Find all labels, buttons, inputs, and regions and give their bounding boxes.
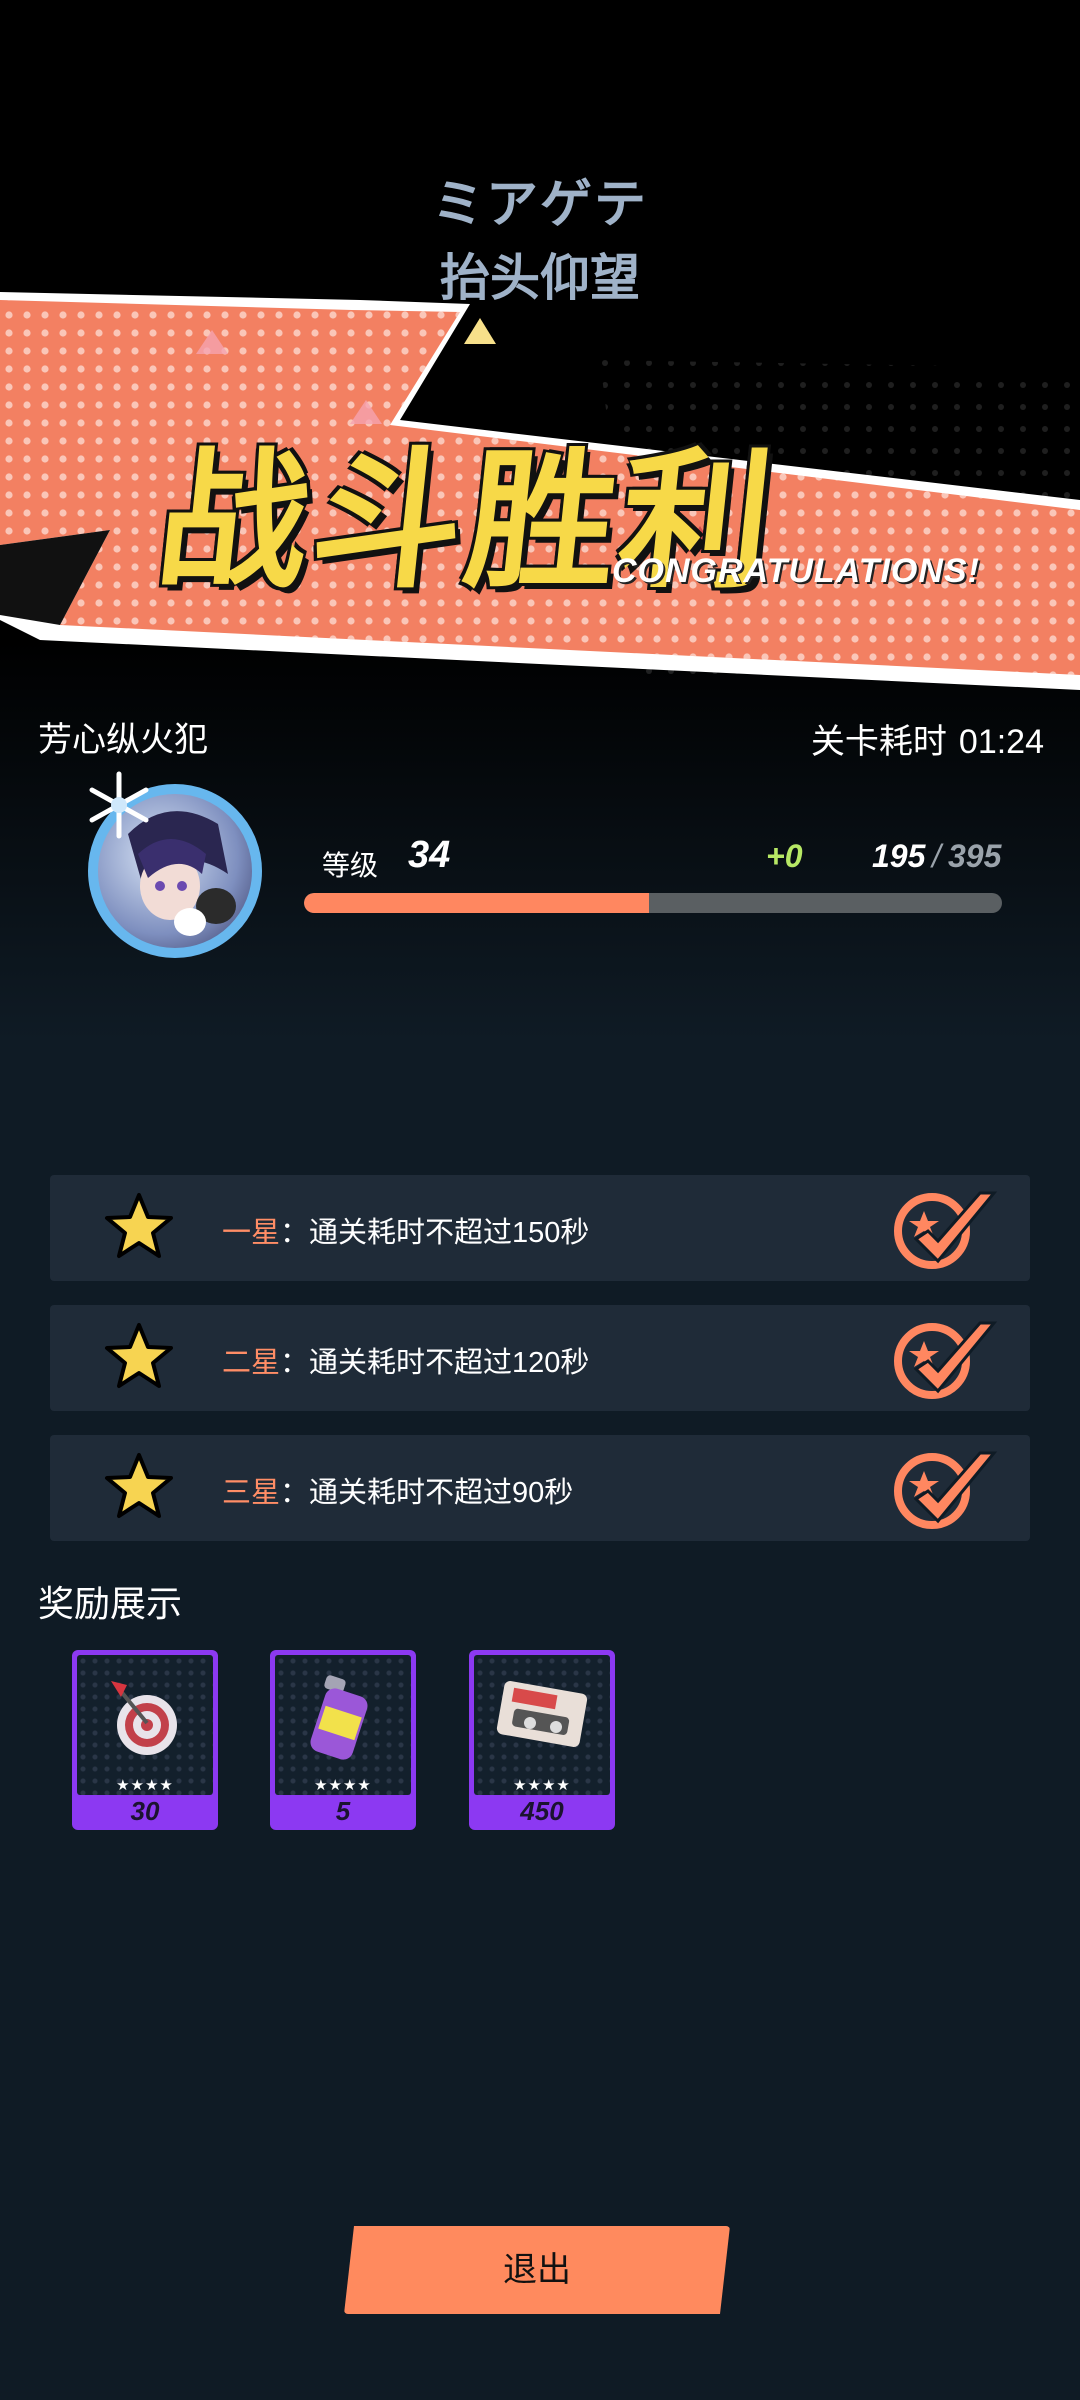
reward-item-2[interactable]: ★★★★ 5 (270, 1650, 416, 1830)
star-condition-row-3: 三星：通关耗时不超过90秒 (50, 1435, 1030, 1541)
star-condition-desc: 通关耗时不超过120秒 (309, 1347, 590, 1379)
stage-time: 关卡耗时 01:24 (811, 714, 1044, 763)
star-condition-desc: 通关耗时不超过90秒 (309, 1477, 574, 1509)
song-title-jp: ミアゲテ (431, 176, 648, 234)
star-condition-separator: ： (280, 1477, 310, 1509)
exp-max: 395 (948, 838, 1002, 874)
spray-can-icon (310, 1675, 368, 1760)
star-condition-row-1: 一星：通关耗时不超过150秒 (50, 1175, 1030, 1281)
star-condition-label: 三星 (222, 1477, 281, 1509)
star-icon (105, 1193, 173, 1258)
reward-quantity: 30 (130, 1796, 160, 1826)
check-icon (894, 1191, 998, 1269)
reward-quantity: 5 (335, 1796, 351, 1826)
cassette-tape-icon (496, 1681, 588, 1747)
exp-progress-fill (304, 893, 649, 913)
exp-slash: / (932, 838, 941, 874)
level-value: 34 (408, 834, 451, 876)
exp-progress-bar (304, 893, 1002, 913)
reward-rarity: ★★★★ (314, 1777, 372, 1794)
reward-quantity: 450 (520, 1796, 564, 1826)
exp-current: 195 (872, 838, 926, 874)
snowflake-icon (89, 771, 149, 839)
stage-time-label: 关卡耗时 (810, 723, 947, 761)
exit-button[interactable]: 退出 (344, 2226, 730, 2314)
level-label: 等级 (322, 850, 379, 881)
star-condition-row-2: 二星：通关耗时不超过120秒 (50, 1305, 1030, 1411)
check-icon (894, 1451, 998, 1529)
reward-item-1[interactable]: ★★★★ 30 (72, 1650, 218, 1830)
dart-target-icon (111, 1681, 177, 1755)
reward-rarity: ★★★★ (116, 1777, 174, 1794)
check-icon (894, 1321, 998, 1399)
star-condition-label: 二星 (222, 1347, 281, 1379)
star-icon (105, 1323, 173, 1388)
stage-time-value: 01:24 (958, 723, 1044, 761)
star-condition-text: 三星：通关耗时不超过90秒 (222, 1469, 573, 1511)
star-condition-label: 一星 (222, 1217, 281, 1249)
star-condition-desc: 通关耗时不超过150秒 (309, 1217, 590, 1249)
star-condition-text: 二星：通关耗时不超过120秒 (222, 1339, 589, 1381)
reward-item-3[interactable]: ★★★★ 450 (469, 1650, 615, 1830)
exp-gain: +0 (766, 838, 803, 874)
star-condition-text: 一星：通关耗时不超过150秒 (222, 1209, 589, 1251)
character-name: 芳心纵火犯 (38, 721, 208, 759)
star-condition-separator: ： (280, 1217, 310, 1249)
victory-subtitle: CONGRATULATIONS! (612, 552, 980, 590)
star-condition-separator: ： (280, 1347, 310, 1379)
star-icon (105, 1453, 173, 1518)
reward-rarity: ★★★★ (513, 1777, 571, 1794)
rewards-title: 奖励展示 (38, 1583, 183, 1624)
